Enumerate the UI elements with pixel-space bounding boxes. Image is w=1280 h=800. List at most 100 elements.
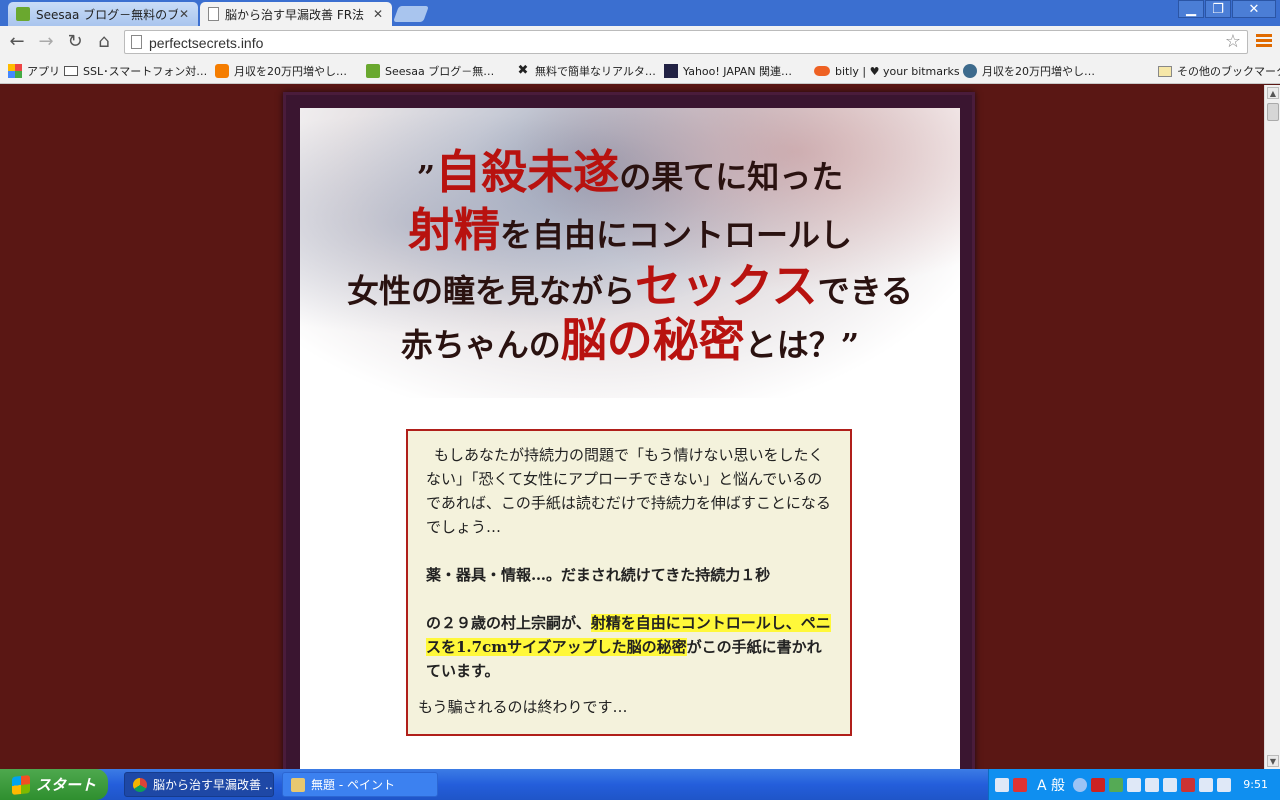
paint-icon <box>291 777 305 792</box>
headline-text: の果てに知った <box>619 158 844 196</box>
vertical-scrollbar[interactable]: ▲ ▼ <box>1264 85 1280 769</box>
home-icon[interactable]: ⌂ <box>93 31 115 53</box>
start-label: スタート <box>36 776 97 794</box>
scroll-up-icon[interactable]: ▲ <box>1267 87 1279 99</box>
url-text[interactable]: perfectsecrets.info <box>149 35 263 51</box>
chevron-left-icon[interactable] <box>1073 777 1088 792</box>
apps-grid-icon <box>8 64 22 78</box>
back-arrow-icon[interactable]: ← <box>6 31 28 53</box>
other-bookmarks[interactable]: その他のブックマーク <box>1158 62 1280 80</box>
forward-arrow-icon[interactable]: → <box>35 31 57 53</box>
chrome-icon <box>133 777 147 792</box>
taskbar-item-label: 無題 - ペイント <box>311 778 395 792</box>
start-button[interactable]: スタート <box>0 769 108 800</box>
headline-text: を自由にコントロールし <box>499 216 852 254</box>
acrobat-icon[interactable] <box>1091 777 1106 792</box>
bold-text: の２９歳の村上宗嗣が、 <box>426 614 591 632</box>
bookmark-ssl[interactable]: SSL･スマートフォン対… <box>64 62 207 80</box>
seesaa-icon <box>16 7 30 21</box>
bookmark-label: 無料で簡単なリアルタ… <box>535 65 656 78</box>
scrollbar-thumb[interactable] <box>1267 103 1279 121</box>
window-controls: ▁ ❐ ✕ <box>1177 0 1276 18</box>
x-logo-icon: ✖ <box>517 63 529 78</box>
blogger-icon <box>215 64 229 78</box>
taskbar-item-label: 脳から治す早漏改善 … <box>153 778 274 792</box>
bookmark-yahoo[interactable]: Yahoo! JAPAN 関連… <box>664 62 792 80</box>
bookmark-bitly[interactable]: bitly | ♥ your bitmarks <box>814 62 960 80</box>
taskbar: スタート 脳から治す早漏改善 … 無題 - ペイント A 般 9:51 <box>0 769 1280 800</box>
bookmark-blogger[interactable]: 月収を20万円増やし… <box>215 62 347 80</box>
bitly-icon <box>814 66 830 76</box>
windows-logo-icon <box>12 774 30 795</box>
bookmark-realtime[interactable]: ✖ 無料で簡単なリアルタ… <box>516 62 656 80</box>
security-icon[interactable] <box>1013 777 1027 792</box>
content-paper: ”自殺未遂の果てに知った 射精を自由にコントロールし 女性の瞳を見ながらセックス… <box>300 108 960 769</box>
close-icon[interactable]: ✕ <box>372 7 384 21</box>
taskbar-item-paint[interactable]: 無題 - ペイント <box>282 772 438 797</box>
close-icon[interactable]: ✕ <box>178 7 190 21</box>
seesaa-icon <box>366 64 380 78</box>
bookmark-label: 月収を20万円増やし… <box>234 65 347 78</box>
network-icon[interactable] <box>1127 777 1142 792</box>
headline-emphasis: 脳の秘密 <box>560 313 745 367</box>
reload-icon[interactable]: ↻ <box>64 31 86 53</box>
page-icon <box>208 7 219 21</box>
menu-icon[interactable] <box>1256 34 1272 48</box>
tab-strip: Seesaa ブログ－無料のブロ ✕ 脳から治す早漏改善 FR法 ✕ ▁ ❐ ✕ <box>0 0 1280 26</box>
shield-icon[interactable] <box>1181 777 1196 792</box>
content-frame: ”自殺未遂の果てに知った 射精を自由にコントロールし 女性の瞳を見ながらセックス… <box>283 92 975 769</box>
bookmark-label: 月収を20万円増やし… <box>982 65 1095 78</box>
close-window-button[interactable]: ✕ <box>1232 0 1276 18</box>
address-bar[interactable]: perfectsecrets.info ☆ <box>124 30 1248 54</box>
scroll-down-icon[interactable]: ▼ <box>1267 755 1279 767</box>
monitor-icon[interactable] <box>1109 777 1124 792</box>
bookmark-label: Seesaa ブログ－無… <box>385 65 495 78</box>
bookmark-label: SSL･スマートフォン対… <box>83 65 208 78</box>
wordpress-icon <box>963 64 977 78</box>
bookmark-apps[interactable]: アプリ <box>8 62 60 80</box>
tab-seesaa[interactable]: Seesaa ブログ－無料のブロ ✕ <box>8 2 198 26</box>
headline-line-1: ”自殺未遂の果てに知った <box>300 136 960 202</box>
tab-perfectsecrets[interactable]: 脳から治す早漏改善 FR法 ✕ <box>200 2 392 26</box>
hero-banner: ”自殺未遂の果てに知った 射精を自由にコントロールし 女性の瞳を見ながらセックス… <box>300 108 960 398</box>
bookmark-label: Yahoo! JAPAN 関連… <box>683 65 793 78</box>
new-tab-button[interactable] <box>393 6 429 22</box>
bookmarks-bar: アプリ SSL･スマートフォン対… 月収を20万円増やし… Seesaa ブログ… <box>0 58 1280 84</box>
browser-toolbar: ← → ↻ ⌂ perfectsecrets.info ☆ <box>0 26 1280 58</box>
mail-icon <box>64 66 78 76</box>
intro-paragraph: もしあなたが持続力の問題で「もう情けない思いをしたくない」「恐くて女性にアプロー… <box>426 446 831 536</box>
headline-text: 赤ちゃんの <box>400 326 561 364</box>
page-icon <box>131 35 142 49</box>
ime-indicator[interactable]: A 般 <box>1037 775 1065 795</box>
tab-title: 脳から治す早漏改善 FR法 <box>225 7 365 22</box>
system-tray: A 般 9:51 <box>988 769 1280 800</box>
open-quote: ” <box>416 158 436 196</box>
page-viewport: ”自殺未遂の果てに知った 射精を自由にコントロールし 女性の瞳を見ながらセックス… <box>0 85 1264 769</box>
pen-icon[interactable] <box>1163 777 1178 792</box>
closing-line: もう騙されるのは終わりです… <box>418 698 628 716</box>
bookmark-label: bitly | ♥ your bitmarks <box>835 64 960 78</box>
bookmark-label: その他のブックマーク <box>1177 65 1280 78</box>
intro-letter-box: もしあなたが持続力の問題で「もう情けない思いをしたくない」「恐くて女性にアプロー… <box>406 429 852 736</box>
bold-paragraph-1: 薬・器具・情報…。だまされ続けてきた持続力１秒 <box>426 566 771 584</box>
bookmark-label: アプリ <box>27 65 60 78</box>
restore-button[interactable]: ❐ <box>1205 0 1231 18</box>
bookmark-seesaa[interactable]: Seesaa ブログ－無… <box>366 62 494 80</box>
headline-text: とは？” <box>744 326 860 364</box>
sound-icon[interactable] <box>1217 777 1232 792</box>
volume-icon[interactable] <box>1145 777 1160 792</box>
headline-line-4: 赤ちゃんの脳の秘密とは？” <box>300 304 960 370</box>
bookmark-wordpress[interactable]: 月収を20万円増やし… <box>963 62 1095 80</box>
headline-emphasis: 射精 <box>407 203 500 257</box>
unit-search-icon <box>664 64 678 78</box>
keyboard-icon[interactable] <box>995 777 1009 792</box>
taskbar-item-chrome[interactable]: 脳から治す早漏改善 … <box>124 772 274 797</box>
minimize-button[interactable]: ▁ <box>1178 0 1204 18</box>
folder-icon <box>1158 65 1172 77</box>
computer-icon[interactable] <box>1199 777 1214 792</box>
clock[interactable]: 9:51 <box>1243 778 1268 791</box>
star-icon[interactable]: ☆ <box>1225 31 1241 52</box>
tab-title: Seesaa ブログ－無料のブロ <box>36 7 178 22</box>
headline-emphasis: 自殺未遂 <box>435 145 620 199</box>
bold-paragraph-2: の２９歳の村上宗嗣が、射精を自由にコントロールし、ペニスを1.7cmサイズアップ… <box>426 611 832 683</box>
